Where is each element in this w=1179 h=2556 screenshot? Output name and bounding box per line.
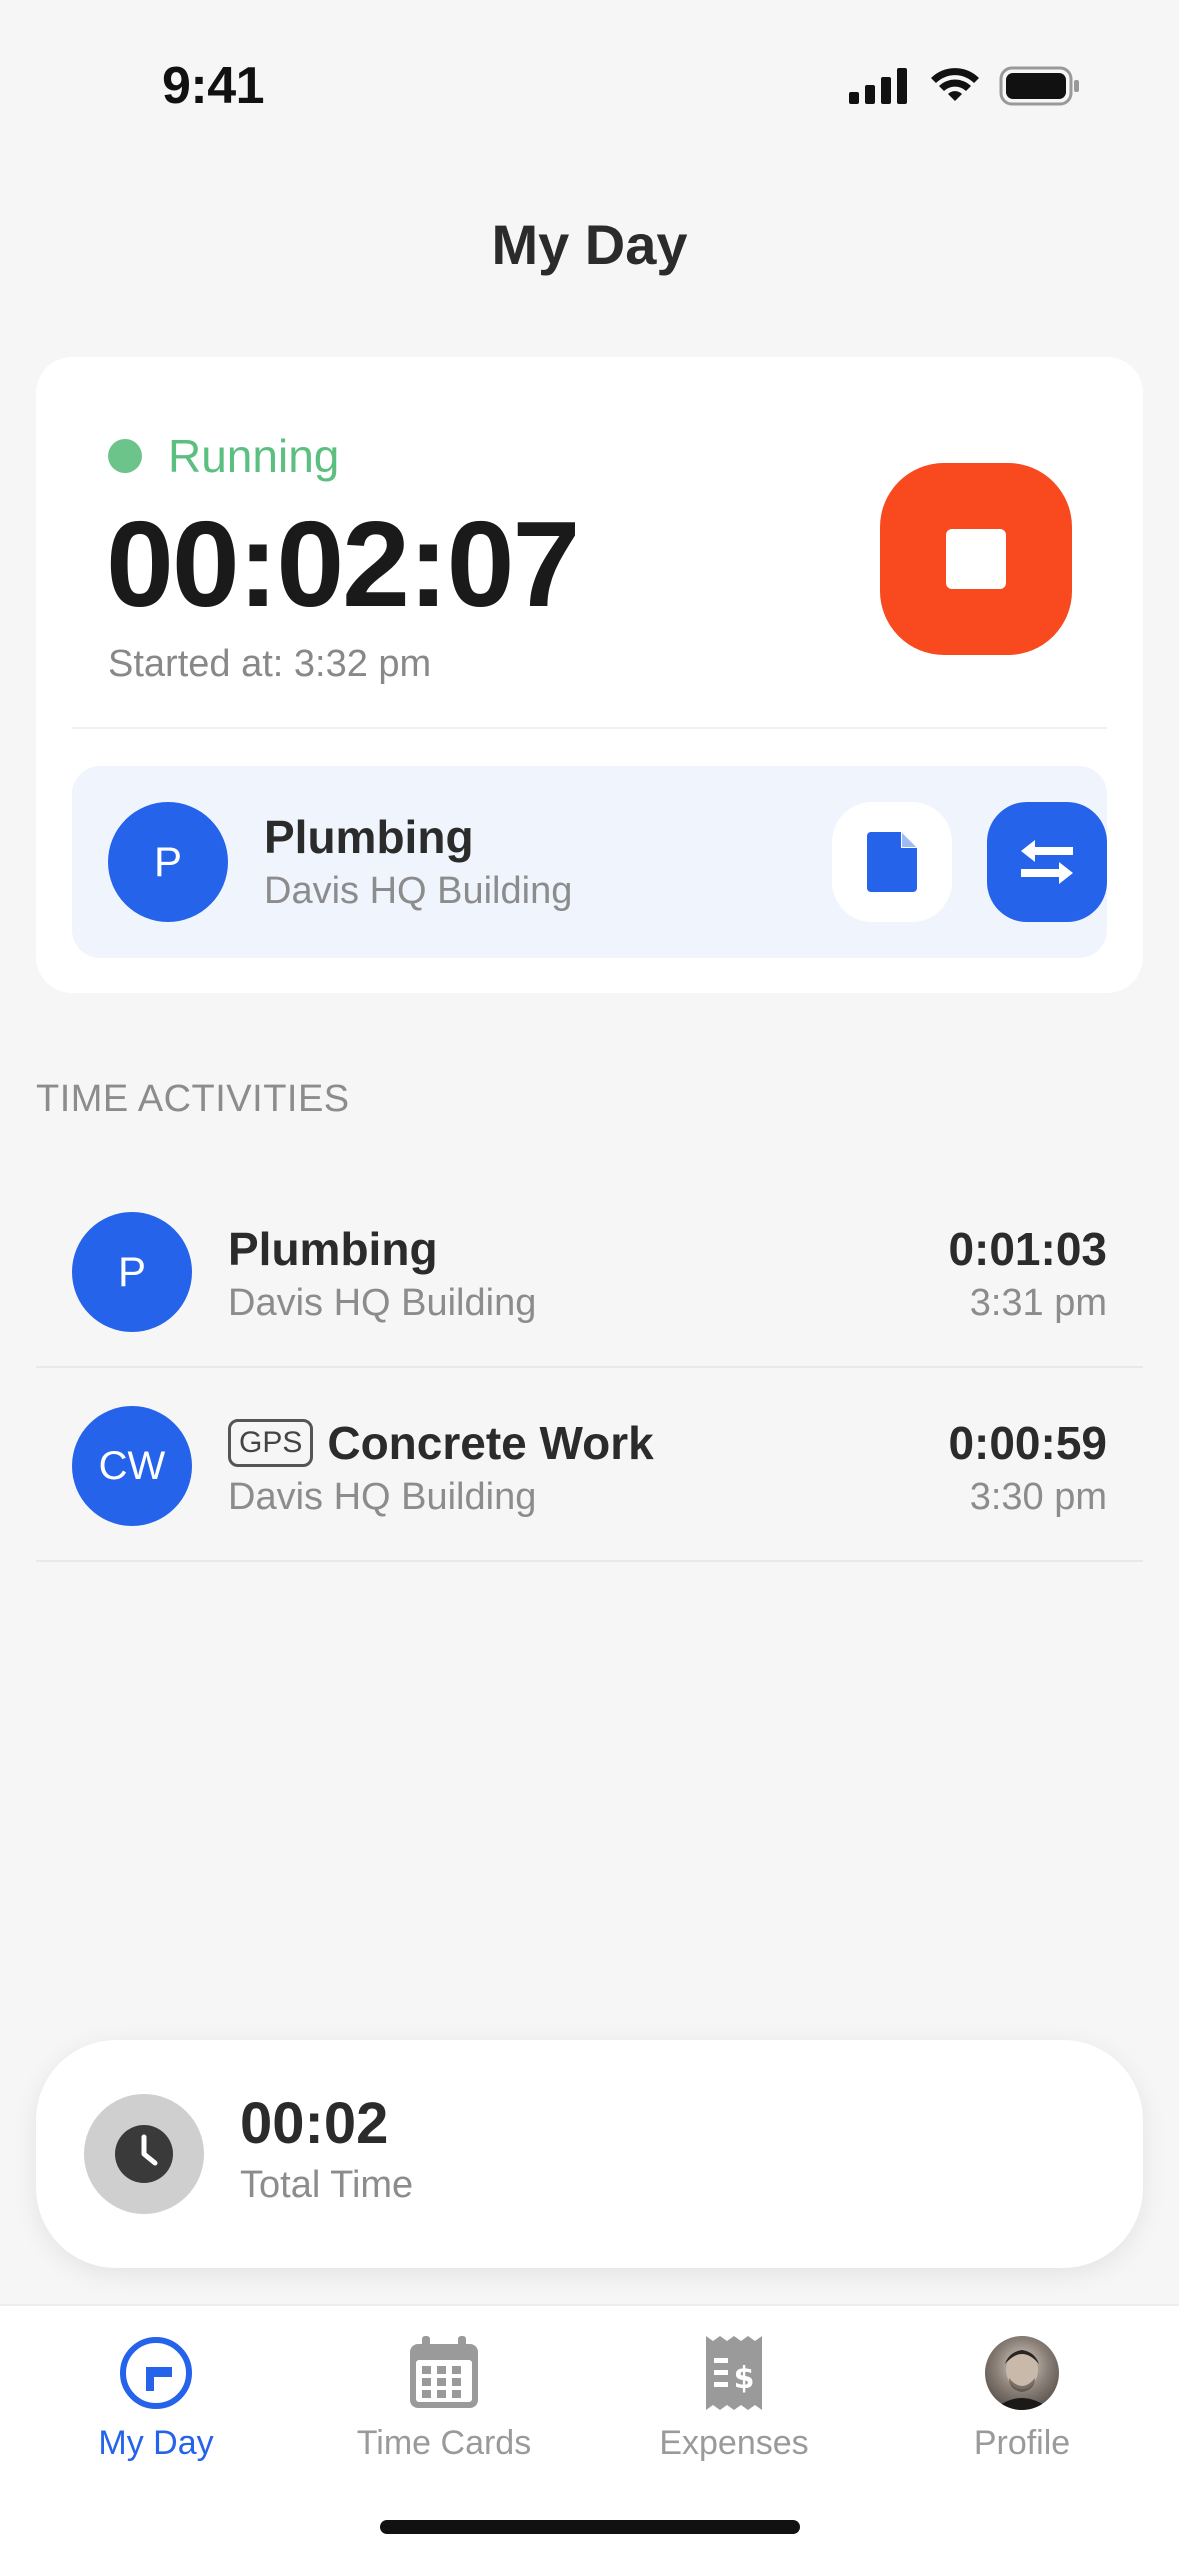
- receipt-icon: $: [614, 2328, 854, 2418]
- tab-label: Expenses: [659, 2424, 809, 2462]
- document-icon: [867, 832, 917, 892]
- tab-time-cards[interactable]: Time Cards: [324, 2328, 564, 2463]
- svg-text:$: $: [734, 2361, 755, 2396]
- total-time-value: 00:02: [240, 2091, 389, 2156]
- section-title-time-activities: TIME ACTIVITIES: [36, 1078, 350, 1120]
- status-icons: [849, 66, 1081, 106]
- tab-label: Profile: [973, 2424, 1071, 2462]
- activity-row[interactable]: CW GPS Concrete Work Davis HQ Building 0…: [36, 1366, 1143, 1562]
- calendar-icon: [324, 2328, 564, 2418]
- activity-name-text: Concrete Work: [327, 1417, 654, 1469]
- divider: [72, 727, 1107, 729]
- wifi-icon: [931, 68, 979, 101]
- stop-icon: [946, 529, 1006, 589]
- activity-name: Plumbing: [228, 1222, 438, 1276]
- elapsed-timer: 00:02:07: [106, 496, 580, 632]
- battery-icon: [999, 66, 1079, 106]
- clock-icon: [84, 2094, 204, 2214]
- tab-my-day[interactable]: My Day: [36, 2328, 276, 2463]
- activity-start-time: 3:30 pm: [969, 1476, 1107, 1518]
- stop-timer-button[interactable]: [880, 463, 1072, 655]
- switch-job-button[interactable]: [987, 802, 1107, 922]
- total-time-card[interactable]: 00:02 Total Time: [36, 2040, 1143, 2268]
- cellular-signal-icon: [849, 68, 907, 104]
- running-status-label: Running: [168, 430, 340, 482]
- activity-name: GPS Concrete Work: [228, 1416, 654, 1470]
- swap-arrows-icon: [1021, 840, 1073, 884]
- activity-site: Davis HQ Building: [228, 1476, 537, 1518]
- activity-site: Davis HQ Building: [228, 1282, 537, 1324]
- activity-avatar: P: [72, 1212, 192, 1332]
- activity-name-text: Plumbing: [228, 1223, 438, 1275]
- timer-card: Running 00:02:07 Started at: 3:32 pm P P…: [36, 357, 1143, 993]
- profile-avatar: [985, 2336, 1059, 2410]
- gps-badge: GPS: [228, 1419, 314, 1467]
- activity-start-time: 3:31 pm: [969, 1282, 1107, 1324]
- current-job-panel[interactable]: P Plumbing Davis HQ Building: [72, 766, 1107, 958]
- tab-bar: My Day Time Cards $ Expenses Profile: [0, 2304, 1179, 2556]
- started-at-text: Started at: 3:32 pm: [108, 643, 432, 685]
- total-time-label: Total Time: [240, 2164, 414, 2206]
- activity-row[interactable]: P Plumbing Davis HQ Building 0:01:03 3:3…: [36, 1172, 1143, 1368]
- status-bar: 9:41: [0, 0, 1179, 170]
- running-status-dot: [108, 439, 142, 473]
- status-time: 9:41: [162, 57, 265, 115]
- page-title: My Day: [491, 213, 688, 276]
- job-avatar: P: [108, 802, 228, 922]
- tab-label: My Day: [98, 2424, 214, 2462]
- tab-expenses[interactable]: $ Expenses: [614, 2328, 854, 2463]
- my-day-icon: [36, 2328, 276, 2418]
- activity-avatar: CW: [72, 1406, 192, 1526]
- current-job-site: Davis HQ Building: [264, 870, 573, 912]
- home-indicator[interactable]: [380, 2520, 800, 2534]
- current-job-name: Plumbing: [264, 811, 474, 863]
- tab-profile[interactable]: Profile: [902, 2328, 1142, 2463]
- activity-duration: 0:01:03: [948, 1223, 1107, 1275]
- tab-label: Time Cards: [356, 2424, 532, 2462]
- activity-duration: 0:00:59: [948, 1417, 1107, 1469]
- add-note-button[interactable]: [832, 802, 952, 922]
